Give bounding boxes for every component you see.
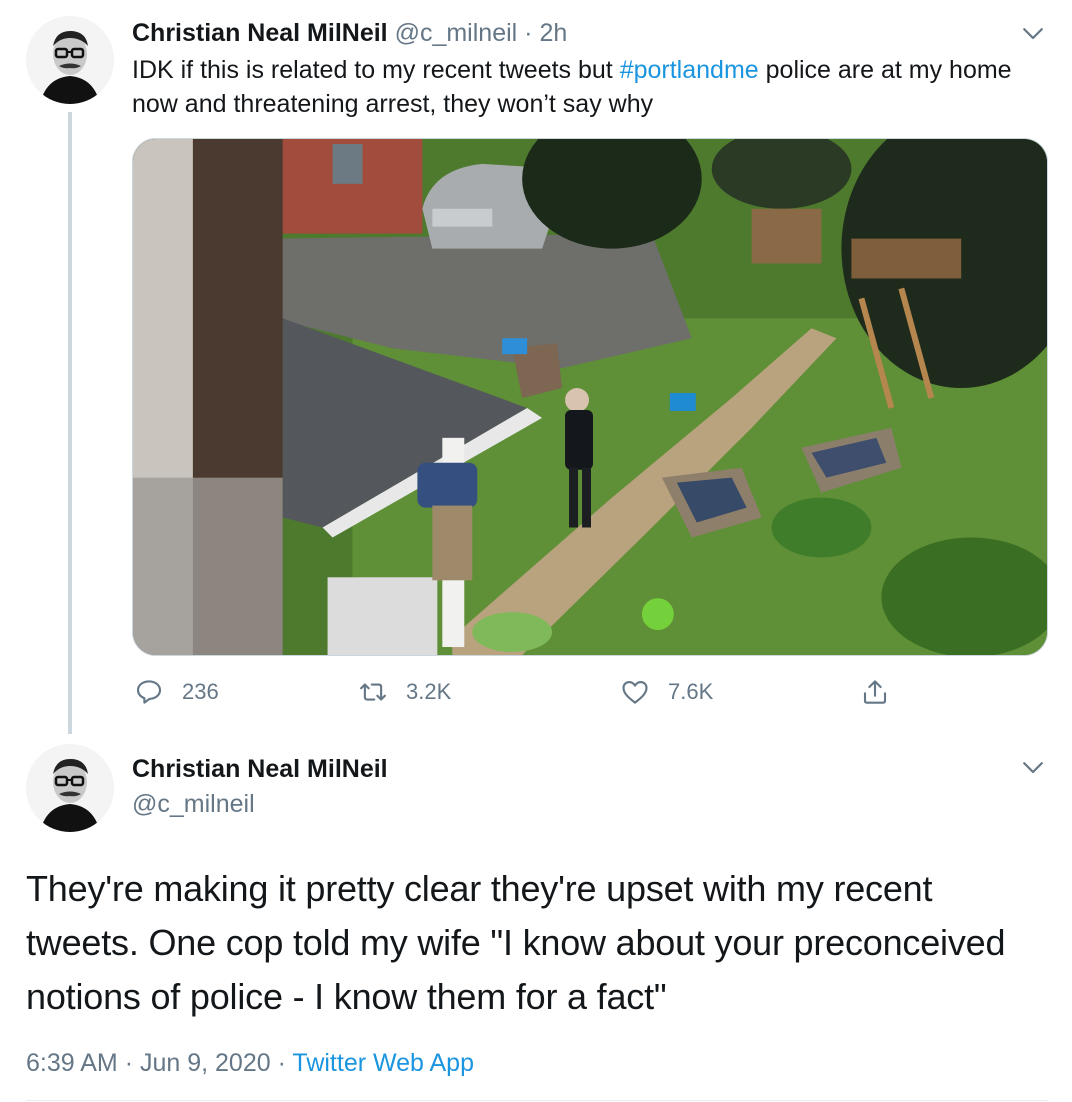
reply-count: 236 — [182, 679, 219, 704]
retweet-button[interactable]: 3.2K — [358, 670, 451, 714]
chevron-down-icon[interactable] — [1018, 752, 1048, 782]
chevron-down-icon[interactable] — [1018, 18, 1048, 48]
tweet-photo[interactable] — [132, 138, 1048, 656]
author-name[interactable]: Christian Neal MilNeil — [132, 19, 388, 47]
tweet-text-start: IDK if this is related to my recent twee… — [132, 56, 620, 84]
author-handle[interactable]: @c_milneil — [132, 787, 255, 821]
source-app-link[interactable]: Twitter Web App — [292, 1049, 474, 1077]
retweet-count: 3.2K — [406, 679, 452, 704]
separator-dot: · — [124, 1049, 134, 1077]
tweet-header: Christian Neal MilNeil @c_milneil · 2h — [132, 16, 567, 50]
tweet-time[interactable]: 6:39 AM — [26, 1049, 118, 1077]
author-name[interactable]: Christian Neal MilNeil — [132, 752, 388, 786]
like-count: 7.6K — [668, 679, 714, 704]
avatar[interactable] — [26, 744, 114, 832]
reply-button[interactable]: 236 — [134, 670, 219, 714]
tweet-text: They're making it pretty clear they're u… — [26, 868, 1006, 1017]
avatar[interactable] — [26, 16, 114, 104]
reply-icon — [136, 680, 162, 704]
tweet-metadata: 6:39 AM · Jun 9, 2020 · Twitter Web App — [26, 1046, 474, 1080]
like-button[interactable]: 7.6K — [620, 670, 713, 714]
thread-connector-line — [68, 112, 72, 734]
tweet-timestamp[interactable]: 2h — [539, 19, 567, 47]
share-button[interactable] — [860, 670, 908, 714]
tweet-date[interactable]: Jun 9, 2020 — [140, 1049, 271, 1077]
heart-icon — [622, 680, 648, 704]
author-handle[interactable]: @c_milneil — [395, 19, 518, 47]
tweet-text: IDK if this is related to my recent twee… — [132, 53, 1032, 121]
separator-dot: · — [277, 1049, 286, 1077]
share-icon — [863, 680, 887, 704]
tweet-actions: 236 3.2K 7.6K — [132, 670, 1048, 714]
hashtag-link[interactable]: #portlandme — [620, 56, 759, 84]
retweet-icon — [360, 683, 386, 701]
separator-dot: · — [524, 19, 533, 47]
divider — [26, 1100, 1048, 1101]
